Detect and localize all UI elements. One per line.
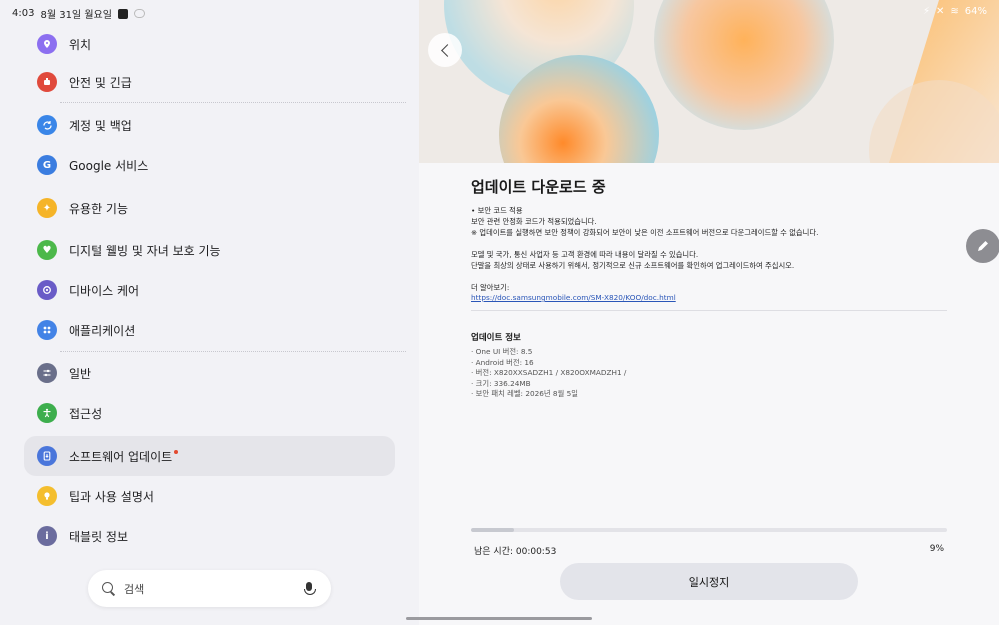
notification-app-icon bbox=[117, 8, 128, 19]
page-title: 업데이트 다운로드 중 bbox=[471, 178, 606, 196]
divider bbox=[60, 102, 406, 103]
sidebar-item-label: Google 서비스 bbox=[69, 158, 149, 173]
wifi-icon: ≋ bbox=[950, 6, 959, 17]
search-input[interactable]: 검색 bbox=[88, 570, 331, 607]
info-icon: i bbox=[37, 526, 57, 546]
release-note-line: • 보안 코드 적용 bbox=[471, 206, 523, 215]
divider bbox=[60, 351, 406, 352]
sidebar-item-advanced[interactable]: ✦ 유용한 기능 bbox=[24, 188, 395, 228]
sidebar-item-label: 디바이스 케어 bbox=[69, 283, 140, 298]
emergency-icon bbox=[37, 72, 57, 92]
tips-icon bbox=[37, 486, 57, 506]
sliders-icon bbox=[37, 363, 57, 383]
chevron-left-icon bbox=[440, 43, 454, 57]
location-icon bbox=[37, 34, 57, 54]
sidebar-item-label: 계정 및 백업 bbox=[69, 118, 132, 133]
wellbeing-icon: ♥ bbox=[37, 240, 57, 260]
google-icon: G bbox=[37, 155, 57, 175]
battery-level: 64% bbox=[964, 6, 987, 17]
update-info-line: · One UI 버전: 8.5 bbox=[471, 347, 533, 356]
status-date: 8월 31일 월요일 bbox=[40, 10, 112, 21]
sidebar-item-label: 일반 bbox=[69, 366, 92, 381]
update-badge bbox=[174, 450, 179, 454]
edit-button[interactable] bbox=[966, 229, 999, 263]
microphone-icon[interactable] bbox=[301, 581, 317, 597]
status-right: ⚡ ✕ ≋ 64% bbox=[923, 6, 987, 17]
pencil-icon bbox=[978, 241, 988, 251]
update-info-line: · 크기: 336.24MB bbox=[471, 378, 531, 388]
sidebar-item-location[interactable]: 위치 bbox=[24, 24, 395, 64]
more-info-link[interactable]: https://doc.samsungmobile.com/SM-X820/KO… bbox=[471, 293, 947, 302]
remaining-time: 남은 시간: 00:00:53 bbox=[474, 547, 557, 557]
release-note-line: 보안 관련 안정화 코드가 적용되었습니다. bbox=[471, 217, 597, 226]
sidebar-item-label: 팁과 사용 설명서 bbox=[69, 489, 154, 504]
mute-icon: ✕ bbox=[935, 6, 945, 17]
release-note-line: 모델 및 국가, 통신 사업자 등 고객 환경에 따라 내용이 달라질 수 있습… bbox=[471, 250, 699, 259]
sidebar-item-general[interactable]: 일반 bbox=[24, 353, 395, 393]
accessibility-icon bbox=[37, 403, 57, 423]
vibrate-icon: ⚡ bbox=[922, 6, 930, 17]
sidebar-item-label: 소프트웨어 업데이트 bbox=[69, 449, 173, 464]
sidebar-item-tips[interactable]: 팁과 사용 설명서 bbox=[24, 476, 395, 516]
sidebar-item-device-care[interactable]: 디바이스 케어 bbox=[24, 270, 395, 310]
status-left: 4:03 8월 31일 월요일 bbox=[12, 6, 145, 21]
sidebar-item-label: 위치 bbox=[69, 37, 92, 52]
home-indicator[interactable] bbox=[406, 617, 592, 620]
sidebar-item-label: 디지털 웰빙 및 자녀 보호 기능 bbox=[69, 243, 221, 258]
update-info-line: · 보안 패치 레벨: 2026년 8월 5일 bbox=[471, 389, 578, 398]
update-info-line: · Android 버전: 16 bbox=[471, 357, 534, 367]
sidebar-item-software-update[interactable]: 소프트웨어 업데이트 bbox=[24, 436, 395, 476]
apps-icon bbox=[37, 320, 57, 340]
download-progress-fill bbox=[471, 528, 514, 532]
sidebar-item-accessibility[interactable]: 접근성 bbox=[24, 393, 395, 433]
release-note-line: 단말을 최상의 상태로 사용하기 위해서, 정기적으로 신규 소프트웨어를 확인… bbox=[471, 261, 795, 270]
update-info-line: · 버전: X820XXSADZH1 / X820OXMADZH1 / bbox=[471, 368, 627, 377]
update-detail-panel: 업데이트 다운로드 중 • 보안 코드 적용 보안 관련 안정화 코드가 적용되… bbox=[419, 0, 999, 625]
more-info-label: 더 알아보기: bbox=[471, 283, 510, 292]
chat-notification-icon bbox=[133, 9, 145, 18]
sidebar-item-label: 태블릿 정보 bbox=[69, 529, 129, 544]
status-time: 4:03 bbox=[12, 8, 35, 19]
update-content: 업데이트 다운로드 중 • 보안 코드 적용 보안 관련 안정화 코드가 적용되… bbox=[471, 176, 947, 400]
sidebar-item-label: 접근성 bbox=[69, 406, 103, 421]
release-note-line: ※ 업데이트를 실행하면 보안 정책이 강화되어 보안이 낮은 이전 소프트웨어… bbox=[471, 228, 819, 237]
device-care-icon bbox=[37, 280, 57, 300]
sync-icon bbox=[37, 115, 57, 135]
search-icon bbox=[102, 581, 116, 596]
software-update-icon bbox=[37, 446, 57, 466]
sidebar-item-label: 애플리케이션 bbox=[69, 323, 136, 338]
back-button[interactable] bbox=[428, 33, 462, 67]
search-placeholder: 검색 bbox=[124, 582, 145, 596]
sidebar-item-wellbeing[interactable]: ♥ 디지털 웰빙 및 자녀 보호 기능 bbox=[24, 230, 395, 270]
pause-button[interactable]: 일시정지 bbox=[560, 563, 858, 600]
sidebar-item-safety[interactable]: 안전 및 긴급 bbox=[24, 62, 395, 102]
sidebar-item-label: 안전 및 긴급 bbox=[69, 75, 132, 90]
sidebar-item-google[interactable]: G Google 서비스 bbox=[24, 145, 395, 185]
download-progress-bar bbox=[471, 528, 947, 532]
progress-percent: 9% bbox=[929, 544, 944, 554]
status-bar: 4:03 8월 31일 월요일 ⚡ ✕ ≋ 64% bbox=[0, 0, 999, 26]
sidebar-item-apps[interactable]: 애플리케이션 bbox=[24, 310, 395, 350]
update-info-title: 업데이트 정보 bbox=[471, 333, 521, 343]
sidebar-item-label: 유용한 기능 bbox=[69, 201, 129, 216]
settings-sidebar: 위치 안전 및 긴급 계정 및 백업 G Google 서비스 ✦ 유용한 기능… bbox=[0, 0, 419, 625]
sidebar-item-accounts[interactable]: 계정 및 백업 bbox=[24, 105, 395, 145]
star-icon: ✦ bbox=[37, 198, 57, 218]
sidebar-item-about-tablet[interactable]: i 태블릿 정보 bbox=[24, 516, 395, 556]
